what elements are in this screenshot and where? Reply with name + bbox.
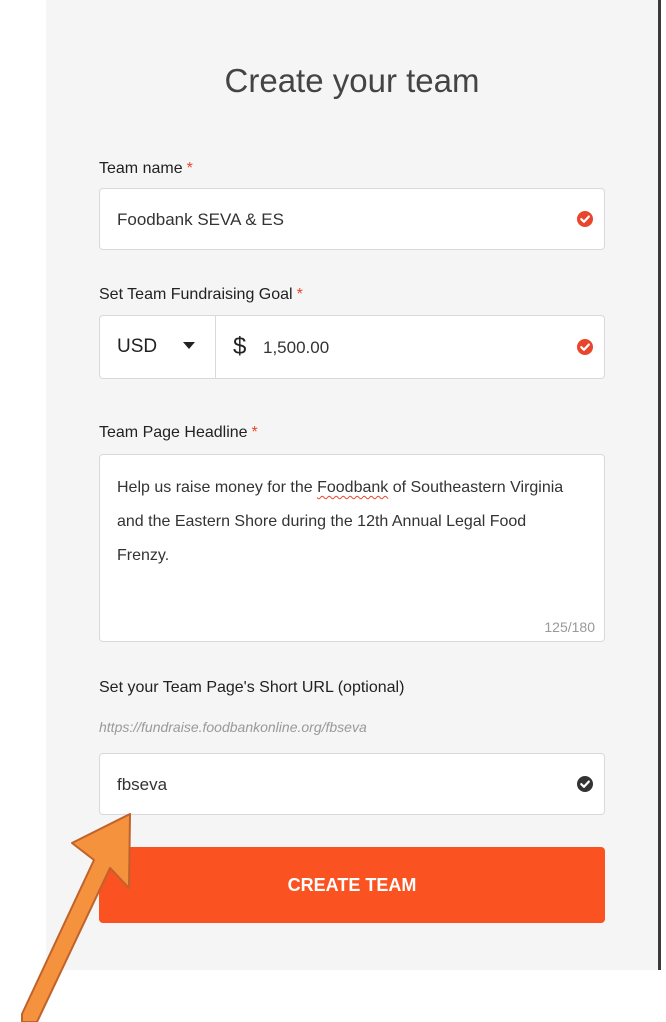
arrow-pointer-icon <box>21 813 131 1022</box>
